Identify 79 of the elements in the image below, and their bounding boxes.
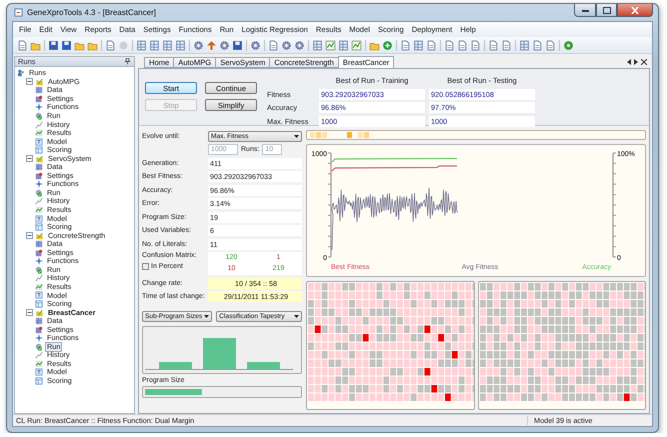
gear-icon[interactable] — [281, 40, 292, 50]
grid-icon[interactable] — [149, 40, 160, 50]
close-button[interactable] — [617, 4, 653, 17]
app-icon — [14, 8, 23, 17]
sparkle-icon — [35, 180, 43, 188]
grid-icon[interactable] — [519, 40, 530, 50]
page-icon[interactable] — [105, 40, 116, 50]
scroll-right-icon[interactable] — [634, 59, 638, 65]
table-icon — [35, 240, 43, 248]
collapse-toggle[interactable] — [26, 155, 33, 162]
diagram-icon — [35, 138, 43, 146]
chart-icon[interactable] — [325, 40, 336, 50]
folder-icon — [35, 308, 44, 317]
page-icon[interactable] — [444, 40, 455, 50]
sparkle-icon — [35, 103, 43, 112]
grid-icon[interactable] — [162, 40, 173, 50]
table-icon — [35, 86, 43, 94]
page-icon[interactable] — [488, 40, 499, 50]
close-icon — [631, 6, 639, 14]
page-icon[interactable] — [17, 40, 28, 50]
maximize-button[interactable] — [596, 4, 617, 17]
caret-icon — [294, 134, 299, 138]
page-icon[interactable] — [501, 40, 512, 50]
box-icon — [35, 172, 43, 180]
minimize-button[interactable] — [574, 4, 596, 17]
check-icon — [35, 112, 43, 120]
help-icon[interactable] — [563, 40, 574, 50]
window-title: GeneXproTools 4.3 - [BreastCancer] — [27, 8, 157, 17]
people-icon — [17, 69, 25, 78]
gear-icon[interactable] — [250, 40, 261, 50]
diagram-icon — [35, 368, 43, 376]
gear-icon[interactable] — [193, 40, 204, 50]
folder-icon — [35, 154, 44, 163]
page-icon[interactable] — [545, 40, 556, 50]
page-icon[interactable] — [426, 40, 437, 50]
grid-icon[interactable] — [312, 40, 323, 50]
pin-icon — [124, 58, 131, 65]
caret-icon — [294, 314, 299, 318]
arrow-icon[interactable] — [206, 40, 217, 50]
scroll-left-icon[interactable] — [627, 59, 631, 65]
collapse-toggle[interactable] — [26, 232, 33, 240]
caret-icon — [204, 314, 210, 318]
box-icon — [35, 248, 43, 257]
grid-icon[interactable] — [338, 40, 349, 50]
check-icon — [35, 266, 43, 274]
folder-icon — [35, 78, 44, 86]
close-icon[interactable] — [641, 59, 647, 65]
maximize-icon — [602, 6, 610, 14]
box-icon — [35, 94, 43, 103]
table-icon — [35, 376, 43, 385]
folder-icon — [35, 232, 44, 240]
page-icon[interactable] — [457, 40, 468, 50]
page-icon[interactable] — [532, 40, 543, 50]
box-icon — [35, 326, 43, 334]
grid-icon[interactable] — [136, 40, 147, 50]
add-icon[interactable] — [382, 40, 393, 50]
table-icon — [35, 223, 43, 232]
check-icon — [35, 188, 43, 197]
gear-icon[interactable] — [219, 40, 230, 50]
page-icon[interactable] — [470, 40, 481, 50]
minimize-icon — [582, 8, 588, 12]
table-icon — [35, 163, 43, 172]
table-icon — [35, 317, 43, 326]
diagram-icon — [35, 291, 43, 300]
gear-icon[interactable] — [294, 40, 305, 50]
sparkle-icon — [35, 257, 43, 266]
collapse-toggle[interactable] — [26, 78, 33, 86]
blocks-drawing — [310, 132, 372, 138]
grid-icon[interactable] — [175, 40, 186, 50]
table-icon — [35, 300, 43, 308]
table-icon — [35, 146, 43, 154]
chart-icon[interactable] — [351, 40, 362, 50]
check-icon — [35, 342, 43, 351]
sparkle-icon — [35, 334, 43, 342]
diagram-icon — [35, 214, 43, 223]
collapse-toggle[interactable] — [26, 309, 33, 316]
grid-icon[interactable] — [413, 40, 424, 50]
page-icon[interactable] — [268, 40, 279, 50]
page-icon[interactable] — [400, 40, 411, 50]
